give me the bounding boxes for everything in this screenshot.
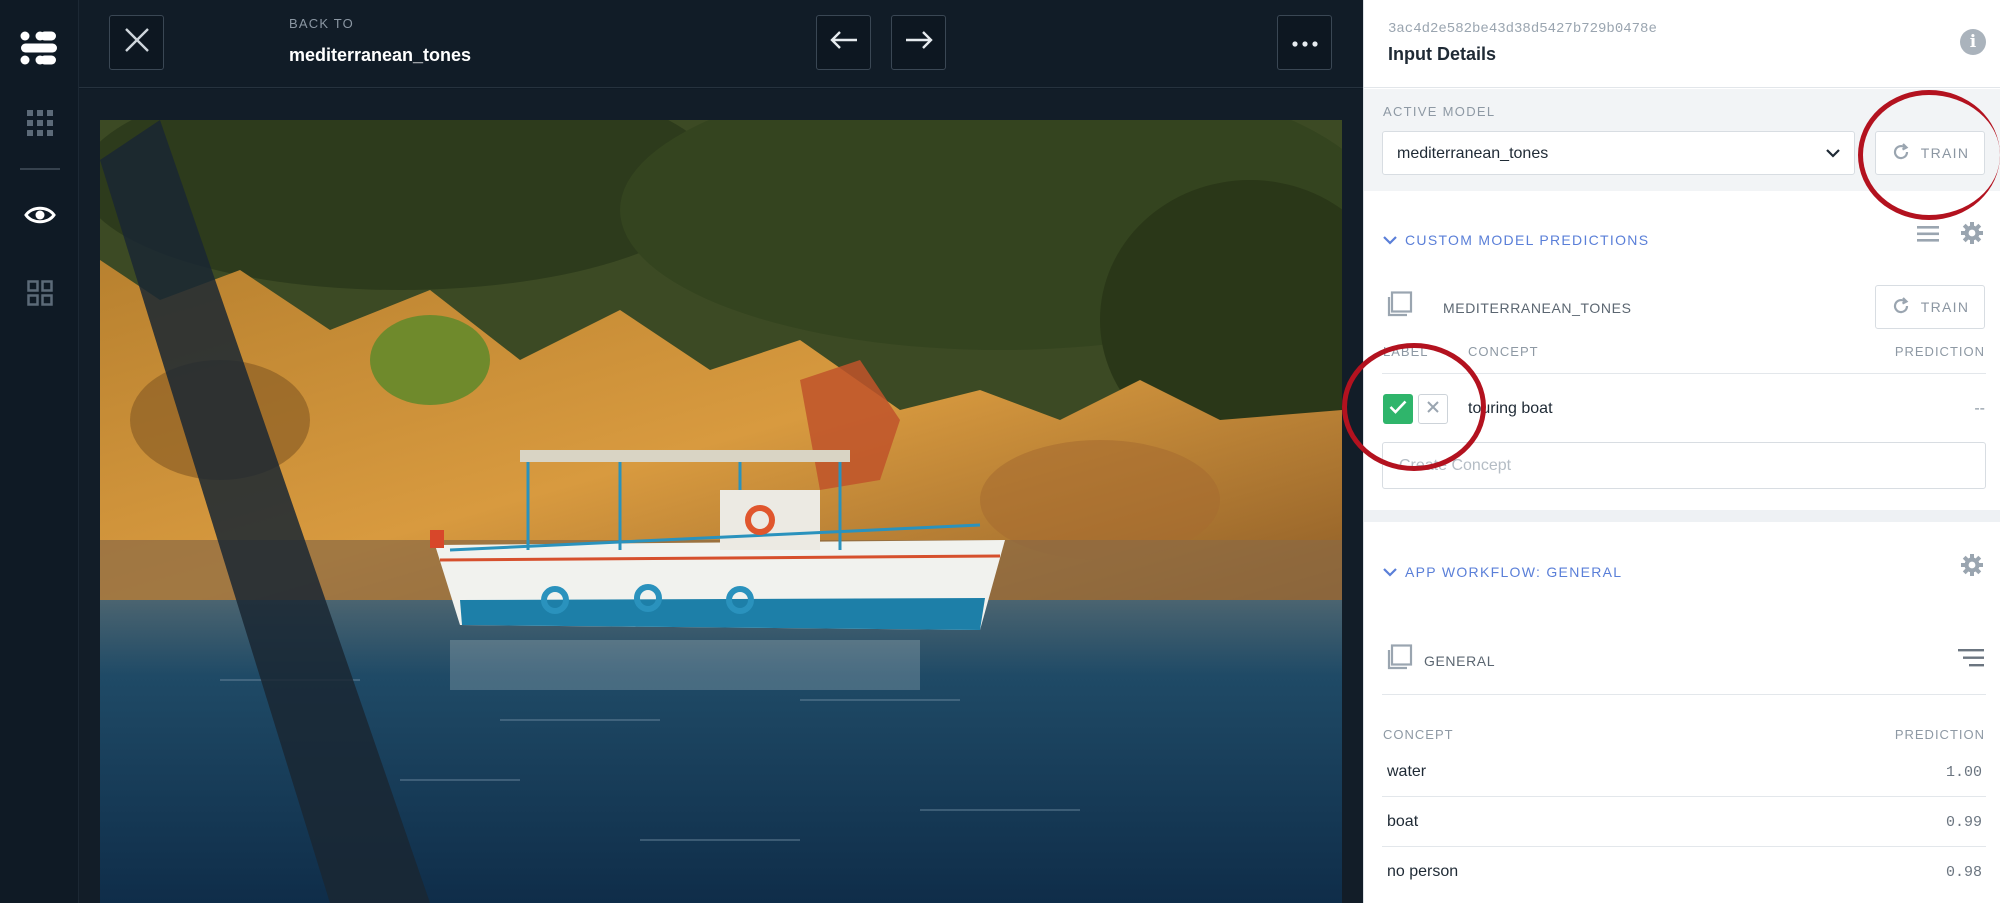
row-concept: water (1387, 763, 1427, 780)
custom-train-button[interactable]: TRAIN (1875, 285, 1985, 329)
more-options-button[interactable] (1277, 15, 1332, 70)
image-viewer (79, 89, 1363, 903)
arrow-right-icon (904, 30, 934, 55)
train-label: TRAIN (1920, 299, 1970, 315)
active-model-label: ACTIVE MODEL (1383, 104, 1496, 119)
arrow-left-icon (829, 30, 859, 55)
divider (1382, 694, 1986, 695)
logo-icon[interactable] (0, 28, 79, 68)
rail-divider (20, 168, 60, 170)
workflow-model-name: GENERAL (1424, 653, 1496, 669)
copy-icon[interactable] (1385, 291, 1413, 324)
list-icon[interactable] (1917, 225, 1939, 248)
chevron-down-icon (1383, 232, 1397, 248)
column-concept: CONCEPT (1383, 727, 1454, 742)
close-icon (124, 27, 150, 58)
column-prediction: PREDICTION (1894, 344, 1985, 359)
workflow-toggle[interactable]: APP WORKFLOW: GENERAL (1383, 564, 1622, 580)
more-dots-icon (1291, 34, 1318, 52)
info-icon[interactable]: i (1960, 29, 1986, 55)
gear-icon[interactable] (1960, 553, 1984, 582)
create-concept-input[interactable]: Create Concept (1382, 442, 1986, 489)
panel-title: Input Details (1388, 44, 1497, 64)
gear-icon[interactable] (1960, 221, 1984, 250)
chevron-down-icon (1383, 564, 1397, 580)
column-concept: CONCEPT (1468, 344, 1539, 359)
input-photo[interactable] (100, 120, 1342, 903)
next-button[interactable] (891, 15, 946, 70)
row-concept: boat (1387, 813, 1419, 830)
section-gap (1364, 510, 2000, 522)
row-concept: no person (1387, 863, 1459, 880)
row-value: 0.99 (1945, 814, 1982, 831)
row-value: 1.00 (1945, 764, 1982, 781)
active-model-select[interactable]: mediterranean_tones (1382, 131, 1855, 175)
workflow-header[interactable]: APP WORKFLOW: GENERAL (1364, 532, 2000, 612)
row-value: 0.98 (1945, 864, 1982, 881)
column-prediction: PREDICTION (1894, 727, 1985, 742)
copy-icon[interactable] (1385, 644, 1413, 677)
divider (1382, 796, 1986, 797)
back-to-label: BACK TO (289, 16, 354, 31)
left-rail (0, 0, 79, 903)
refresh-icon (1891, 296, 1911, 319)
annotation-circle (1858, 90, 2000, 220)
tiles-icon[interactable] (0, 278, 79, 308)
custom-model-name: MEDITERRANEAN_TONES (1443, 300, 1632, 316)
sort-icon[interactable] (1958, 648, 1984, 673)
workflow-title: APP WORKFLOW: GENERAL (1405, 564, 1623, 580)
previous-button[interactable] (816, 15, 871, 70)
annotation-circle (1342, 343, 1486, 471)
divider (1382, 846, 1986, 847)
input-id: 3ac4d2e582be43d38d5427b729b0478e (1388, 21, 1657, 37)
eye-icon[interactable] (0, 200, 79, 230)
back-to-app-link[interactable]: mediterranean_tones (289, 45, 471, 66)
custom-predictions-title: CUSTOM MODEL PREDICTIONS (1405, 232, 1650, 248)
viewer-toolbar: BACK TO mediterranean_tones (79, 0, 1363, 88)
close-button[interactable] (109, 15, 164, 70)
active-model-value: mediterranean_tones (1397, 145, 1549, 162)
concept-prediction: -- (1974, 400, 1985, 417)
panel-header: 3ac4d2e582be43d38d5427b729b0478e Input D… (1364, 0, 2000, 88)
chevron-down-icon (1826, 145, 1840, 163)
custom-predictions-toggle[interactable]: CUSTOM MODEL PREDICTIONS (1383, 232, 1649, 248)
grid-icon[interactable] (0, 108, 79, 138)
